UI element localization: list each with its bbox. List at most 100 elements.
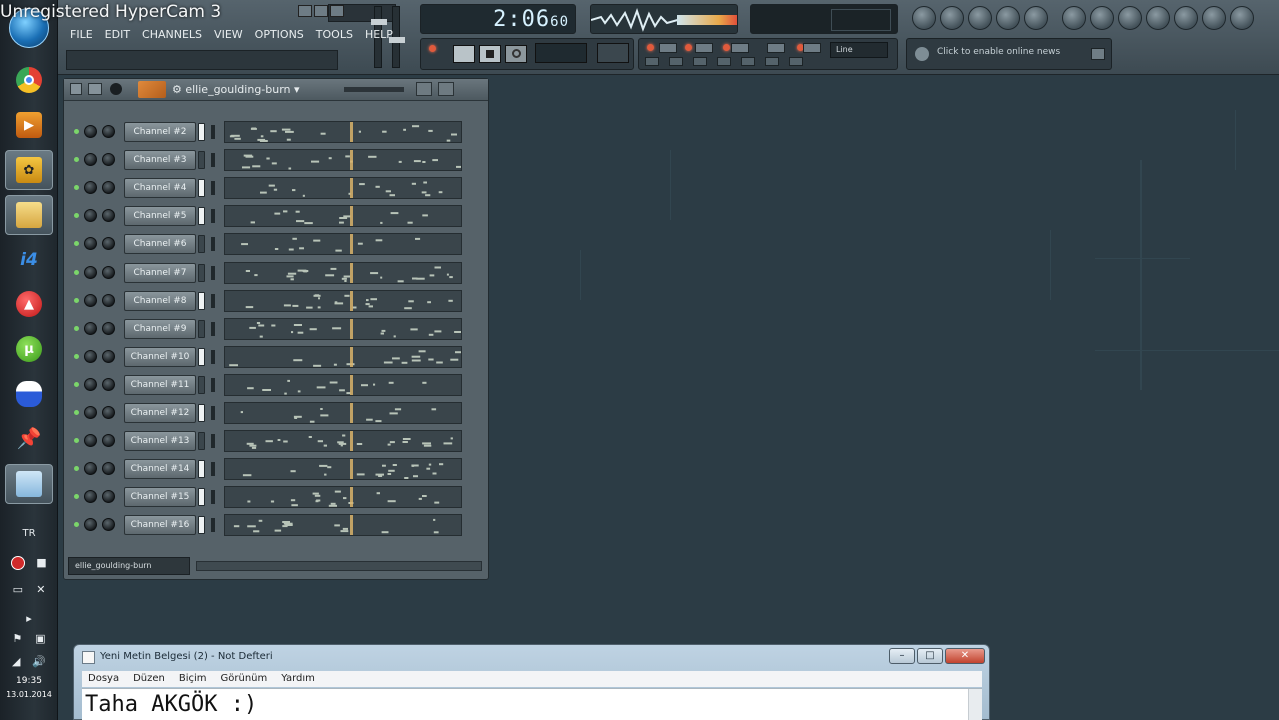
tray-monitor-icon[interactable]: ▣ xyxy=(35,632,45,645)
piano-roll-preview[interactable] xyxy=(224,373,462,396)
news-chevron-icon[interactable] xyxy=(1091,48,1105,60)
notepad-scrollbar[interactable] xyxy=(968,689,982,720)
utorrent-taskbar-button[interactable]: µ xyxy=(5,329,53,369)
channel-target-mixer-indicator[interactable] xyxy=(211,434,215,449)
snap-select[interactable]: Line xyxy=(830,42,888,58)
channel-volume-knob[interactable] xyxy=(102,153,115,167)
sequencer-menu-icon[interactable] xyxy=(70,83,82,95)
action-center-flag-icon[interactable]: ⚑ xyxy=(12,632,22,645)
tempo-display[interactable] xyxy=(535,43,587,63)
channel-name-button[interactable]: Channel #15 xyxy=(124,487,196,508)
piano-roll-preview[interactable] xyxy=(224,486,462,509)
channel-select-indicator[interactable] xyxy=(198,207,205,226)
channel-pan-knob[interactable] xyxy=(84,462,97,476)
channel-select-indicator[interactable] xyxy=(198,404,205,422)
auto-scroll-button[interactable] xyxy=(789,57,803,66)
chrome-taskbar-button[interactable] xyxy=(5,60,53,100)
pattern-mode-button[interactable] xyxy=(453,45,475,63)
browser-icon[interactable] xyxy=(996,6,1020,30)
countdown-button[interactable] xyxy=(731,43,749,53)
explorer-taskbar-button[interactable] xyxy=(5,195,53,235)
menu-file[interactable]: FILE xyxy=(70,28,93,41)
menu-view[interactable]: VIEW xyxy=(214,28,243,41)
channel-volume-knob[interactable] xyxy=(102,181,115,195)
channel-name-button[interactable]: Channel #2 xyxy=(124,122,196,142)
sequencer-zoom-slider[interactable] xyxy=(344,87,404,92)
channel-target-mixer-indicator[interactable] xyxy=(211,265,215,280)
hypercam-record-icon[interactable] xyxy=(11,556,26,570)
piano-roll-preview[interactable] xyxy=(224,430,462,453)
metronome-button[interactable] xyxy=(659,43,677,53)
channel-volume-knob[interactable] xyxy=(102,321,115,335)
channel-name-button[interactable]: Channel #16 xyxy=(124,515,196,536)
piano-roll-preview[interactable] xyxy=(224,205,462,228)
channel-select-indicator[interactable] xyxy=(198,263,205,282)
notepad-menu-format[interactable]: Biçim xyxy=(179,671,207,687)
piano-roll-preview[interactable] xyxy=(224,345,462,368)
channel-volume-knob[interactable] xyxy=(102,462,115,476)
sequencer-pattern-title[interactable]: ⚙ ellie_goulding-burn ▾ xyxy=(172,83,300,96)
channel-target-mixer-indicator[interactable] xyxy=(211,462,215,477)
channel-name-button[interactable]: Channel #5 xyxy=(124,206,196,227)
sequencer-piano-icon[interactable] xyxy=(438,82,454,96)
notepad-taskbar-button[interactable] xyxy=(5,464,53,504)
menu-help[interactable]: HELP xyxy=(365,28,393,41)
piano-roll-preview[interactable] xyxy=(224,149,462,172)
pattern-selector[interactable]: ellie_goulding-burn xyxy=(68,557,190,575)
channel-pan-knob[interactable] xyxy=(84,406,97,419)
piano-roll-preview[interactable] xyxy=(224,289,462,312)
channel-pan-knob[interactable] xyxy=(84,125,97,138)
channel-target-mixer-indicator[interactable] xyxy=(211,209,215,224)
step-sequencer-icon[interactable] xyxy=(940,6,964,30)
channel-target-mixer-indicator[interactable] xyxy=(211,153,215,168)
channel-volume-knob[interactable] xyxy=(102,406,115,419)
step-edit-button[interactable] xyxy=(645,57,659,66)
waveform-monitor[interactable] xyxy=(590,4,738,34)
scroll-follow-button[interactable] xyxy=(717,57,731,66)
song-time-display[interactable]: 2:0660 xyxy=(420,4,576,34)
channel-volume-knob[interactable] xyxy=(102,209,115,223)
tray-video-icon[interactable]: ▭ xyxy=(13,583,23,596)
channel-pan-knob[interactable] xyxy=(84,518,97,532)
channel-pan-knob[interactable] xyxy=(84,434,97,448)
channel-name-button[interactable]: Channel #14 xyxy=(124,459,196,480)
channel-target-mixer-indicator[interactable] xyxy=(211,349,215,364)
language-indicator[interactable]: TR xyxy=(0,528,58,539)
channel-target-mixer-indicator[interactable] xyxy=(211,181,215,196)
channel-target-mixer-indicator[interactable] xyxy=(211,377,215,392)
notepad-menu-help[interactable]: Yardım xyxy=(281,671,315,687)
news-text[interactable]: Click to enable online news xyxy=(937,47,1060,57)
notepad-menu-file[interactable]: Dosya xyxy=(88,671,119,687)
channel-select-indicator[interactable] xyxy=(198,291,205,310)
channel-volume-knob[interactable] xyxy=(102,490,115,504)
channel-name-button[interactable]: Channel #3 xyxy=(124,150,196,171)
i4-taskbar-button[interactable]: i4 xyxy=(5,240,53,280)
notepad-minimize-button[interactable]: – xyxy=(889,648,915,664)
restore-button[interactable] xyxy=(314,5,328,17)
notepad-text-area[interactable]: Taha AKGÖK :) xyxy=(82,688,982,720)
network-signal-icon[interactable]: ◢ xyxy=(12,655,20,668)
channel-volume-knob[interactable] xyxy=(102,237,115,251)
piano-roll-preview[interactable] xyxy=(224,317,462,340)
channel-name-button[interactable]: Channel #11 xyxy=(124,374,196,395)
piano-roll-preview[interactable] xyxy=(224,177,462,200)
sequencer-scrollbar[interactable] xyxy=(196,561,482,571)
channel-pan-knob[interactable] xyxy=(84,321,97,335)
channel-target-mixer-indicator[interactable] xyxy=(211,321,215,336)
notepad-maximize-button[interactable]: □ xyxy=(917,648,943,664)
loop-record-button[interactable] xyxy=(803,43,821,53)
media-player-taskbar-button[interactable]: ▶ xyxy=(5,105,53,145)
tools-icon[interactable] xyxy=(1118,6,1142,30)
typing-keyboard-button[interactable] xyxy=(669,57,683,66)
channel-select-indicator[interactable] xyxy=(198,123,205,141)
multilink-button[interactable] xyxy=(693,57,707,66)
channel-pan-knob[interactable] xyxy=(84,377,97,391)
channel-target-mixer-indicator[interactable] xyxy=(211,125,215,139)
menu-edit[interactable]: EDIT xyxy=(105,28,130,41)
stop-button[interactable] xyxy=(479,45,501,63)
channel-select-indicator[interactable] xyxy=(198,375,205,394)
tray-expand-icon[interactable]: ▸ xyxy=(26,612,32,625)
channel-select-indicator[interactable] xyxy=(198,151,205,170)
piano-roll-preview[interactable] xyxy=(224,261,462,284)
sequencer-detach-icon[interactable] xyxy=(416,82,432,96)
